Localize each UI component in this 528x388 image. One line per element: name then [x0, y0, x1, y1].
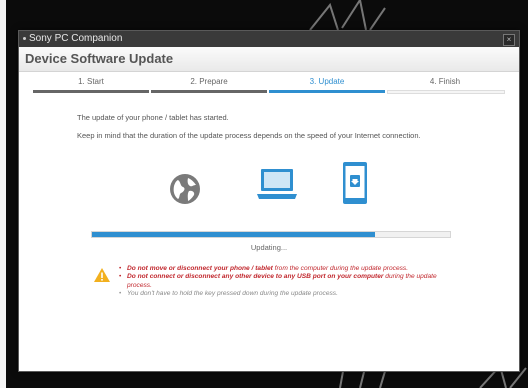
step-finish: 4. Finish: [387, 77, 505, 94]
step-bar: [387, 90, 505, 94]
warning-text: You don't have to hold the key pressed d…: [127, 289, 338, 297]
dialog-header: Device Software Update: [19, 47, 519, 72]
step-update: 3. Update: [269, 77, 385, 93]
step-indicator: 1. Start 2. Prepare 3. Update 4. Finish: [33, 77, 505, 97]
window-titlebar[interactable]: Sony PC Companion ×: [19, 31, 519, 47]
warning-item: You don't have to hold the key pressed d…: [119, 289, 459, 299]
step-bar: [33, 90, 149, 93]
globe-icon: [170, 174, 200, 204]
step-label: 2. Prepare: [190, 77, 228, 86]
step-label: 4. Finish: [429, 77, 461, 86]
step-label: 1. Start: [78, 77, 104, 86]
update-progress-bar: [91, 231, 451, 238]
update-dialog-window: Sony PC Companion × Device Software Upda…: [18, 30, 520, 372]
step-bar: [151, 90, 267, 93]
desktop-wallpaper-top: [309, 0, 386, 30]
warning-emphasis: Do not connect or disconnect any other d…: [127, 273, 384, 281]
warning-list: Do not move or disconnect your phone / t…: [119, 265, 459, 298]
window-title: Sony PC Companion: [29, 33, 123, 44]
app-dot-icon: [23, 36, 26, 40]
update-duration-text: Keep in mind that the duration of the up…: [77, 131, 421, 140]
laptop-icon: [257, 169, 297, 199]
warning-icon: [94, 268, 110, 282]
close-button[interactable]: ×: [503, 34, 515, 46]
desktop-frame-edge: [0, 0, 6, 388]
step-label: 3. Update: [309, 77, 345, 86]
warning-item: Do not move or disconnect your phone / t…: [119, 265, 459, 274]
step-bar: [269, 90, 385, 93]
warning-item: Do not connect or disconnect any other d…: [119, 273, 459, 290]
step-prepare: 2. Prepare: [151, 77, 267, 93]
warning-text: from the computer during the update proc…: [272, 265, 409, 272]
phone-download-icon: [343, 162, 367, 204]
update-started-text: The update of your phone / tablet has st…: [77, 113, 229, 122]
warning-emphasis: Do not move or disconnect your phone / t…: [127, 265, 273, 272]
progress-status-text: Updating...: [250, 243, 288, 252]
step-start: 1. Start: [33, 77, 149, 93]
progress-fill: [92, 232, 375, 237]
